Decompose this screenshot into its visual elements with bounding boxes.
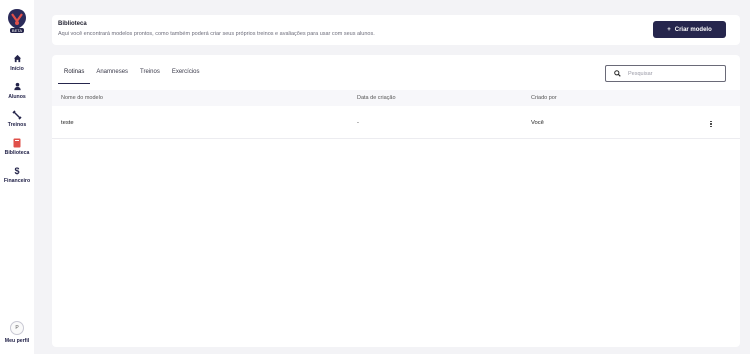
profile-menu[interactable]: P Meu perfil — [4, 321, 30, 344]
sidebar-nav: Início Alunos Treinos Biblioteca $ Finan… — [0, 50, 34, 187]
tab-exercicios[interactable]: Exercícios — [166, 67, 206, 84]
book-icon — [12, 138, 22, 148]
sidebar-item-label: Treinos — [7, 121, 27, 128]
page-subtitle: Aqui você encontrará modelos prontos, co… — [58, 31, 375, 37]
sidebar-item-treinos[interactable]: Treinos — [0, 106, 34, 131]
cell-author: Você — [531, 120, 544, 126]
home-icon — [12, 54, 22, 64]
column-header-name[interactable]: Nome do modelo — [61, 95, 103, 101]
column-header-date[interactable]: Data de criação — [357, 95, 396, 101]
tab-rotinas[interactable]: Rotinas — [58, 67, 91, 84]
cell-date: - — [357, 120, 359, 126]
search-box[interactable] — [605, 65, 726, 82]
tab-treinos[interactable]: Treinos — [134, 67, 166, 84]
search-input[interactable] — [626, 69, 720, 78]
search-icon — [614, 70, 622, 78]
table-header: Nome do modelo Data de criação Criado po… — [52, 90, 740, 106]
profile-label: Meu perfil — [4, 338, 30, 344]
beta-tag: BETA — [9, 28, 25, 33]
plus-icon: + — [667, 26, 671, 33]
tab-bar: Rotinas Anamneses Treinos Exercícios — [58, 67, 206, 84]
logo-icon — [8, 9, 26, 29]
page-header: Biblioteca Aqui você encontrará modelos … — [52, 15, 740, 45]
sidebar-item-inicio[interactable]: Início — [0, 50, 34, 75]
create-model-label: Criar modelo — [674, 26, 712, 33]
page-title: Biblioteca — [58, 21, 87, 27]
sidebar-item-label: Financeiro — [3, 177, 31, 184]
sidebar-item-label: Biblioteca — [4, 149, 30, 156]
avatar[interactable]: P — [10, 321, 24, 335]
sidebar-item-financeiro[interactable]: $ Financeiro — [0, 162, 34, 187]
sidebar: BETA Início Alunos Treinos Biblioteca $ … — [0, 0, 34, 354]
sidebar-item-biblioteca[interactable]: Biblioteca — [0, 134, 34, 159]
create-model-button[interactable]: + Criar modelo — [653, 21, 726, 38]
sidebar-item-alunos[interactable]: Alunos — [0, 78, 34, 103]
sidebar-item-label: Alunos — [8, 93, 26, 100]
library-panel: Rotinas Anamneses Treinos Exercícios Nom… — [52, 55, 740, 347]
table-row[interactable]: teste - Você — [52, 110, 740, 139]
cell-name: teste — [61, 120, 74, 126]
more-options-icon[interactable] — [707, 119, 715, 129]
column-header-author[interactable]: Criado por — [531, 95, 557, 101]
dumbbell-icon — [12, 109, 22, 120]
sidebar-item-label: Início — [10, 65, 24, 72]
user-icon — [12, 82, 22, 92]
tab-anamneses[interactable]: Anamneses — [90, 67, 134, 84]
dollar-icon: $ — [14, 165, 20, 176]
app-logo[interactable]: BETA — [6, 8, 28, 38]
